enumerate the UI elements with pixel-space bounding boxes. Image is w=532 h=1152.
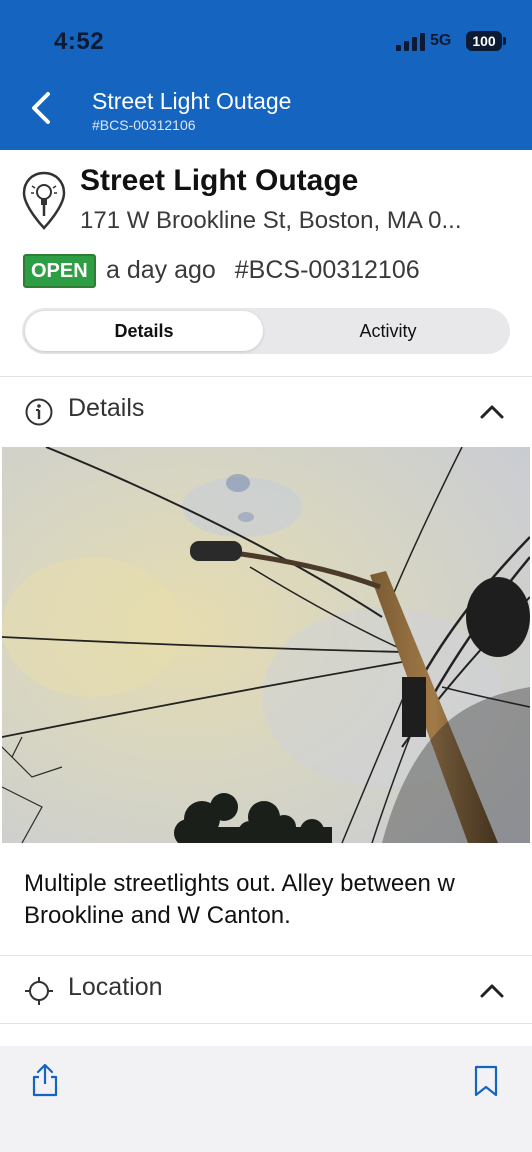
- app-header: 4:52 5G 100 Street Light Outage #BCS-003…: [0, 0, 532, 150]
- case-id: #BCS-00312106: [234, 256, 420, 284]
- status-badge: OPEN: [23, 254, 96, 288]
- request-description: Multiple streetlights out. Alley between…: [24, 870, 455, 929]
- signal-icon: [396, 33, 426, 51]
- divider: [0, 1023, 532, 1024]
- battery-indicator: 100: [466, 31, 506, 51]
- chevron-up-icon[interactable]: [478, 979, 506, 1001]
- divider: [0, 955, 532, 956]
- network-type: 5G: [430, 32, 452, 49]
- tab-activity[interactable]: Activity: [269, 311, 507, 351]
- back-button[interactable]: [26, 88, 60, 128]
- share-icon[interactable]: [30, 1062, 60, 1098]
- location-section-label: Location: [68, 973, 163, 1001]
- nav-subtitle: #BCS-00312106: [92, 117, 196, 133]
- tab-switcher: Details Activity: [22, 308, 510, 354]
- crosshair-icon: [25, 977, 53, 1005]
- streetlight-pin-icon: [22, 171, 66, 230]
- status-bar: 4:52 5G 100: [0, 0, 532, 82]
- request-title: Street Light Outage: [80, 164, 359, 197]
- request-address[interactable]: 171 W Brookline St, Boston, MA 0...: [80, 207, 510, 235]
- request-meta: a day ago #BCS-00312106: [106, 254, 420, 286]
- location-section-header[interactable]: Location: [0, 957, 532, 1023]
- details-section-header[interactable]: Details: [0, 378, 532, 444]
- chevron-up-icon[interactable]: [478, 400, 506, 422]
- bookmark-icon[interactable]: [472, 1064, 500, 1098]
- info-icon: [25, 398, 53, 426]
- nav-title: Street Light Outage: [92, 88, 292, 114]
- details-section-label: Details: [68, 394, 145, 422]
- bottom-toolbar: [0, 1046, 532, 1152]
- tab-details[interactable]: Details: [25, 311, 263, 351]
- time-ago: a day ago: [106, 256, 216, 284]
- streetlight-photo[interactable]: [2, 447, 530, 843]
- status-time: 4:52: [54, 28, 105, 55]
- divider: [0, 376, 532, 377]
